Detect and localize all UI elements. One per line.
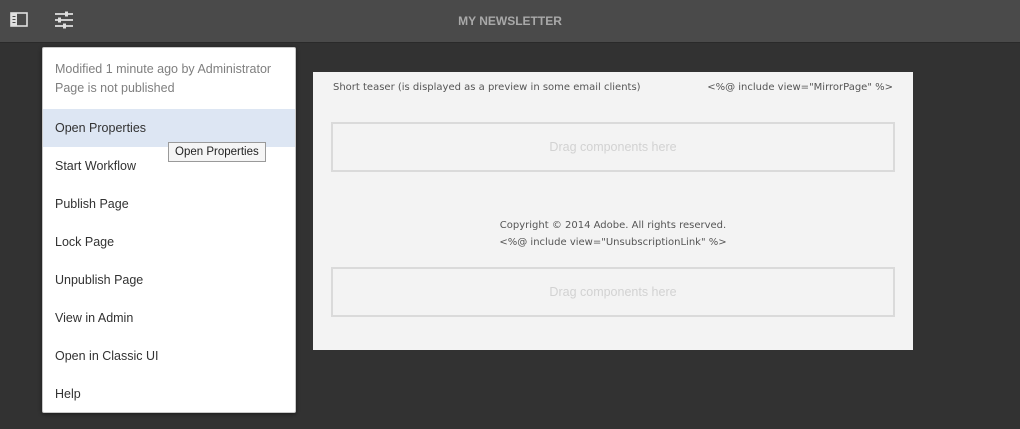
modified-info: Modified 1 minute ago by Administrator: [55, 62, 272, 76]
newsletter-canvas: Short teaser (is displayed as a preview …: [313, 72, 913, 350]
tooltip: Open Properties: [168, 142, 266, 162]
unsubscribe-include: <%@ include view="UnsubscriptionLink" %>: [499, 237, 727, 248]
footer-text: Copyright © 2014 Adobe. All rights reser…: [313, 217, 913, 251]
page-title: MY NEWSLETTER: [458, 14, 562, 28]
menu-item-publish-page[interactable]: Publish Page: [43, 185, 295, 223]
page-meta: Modified 1 minute ago by Administrator P…: [43, 48, 295, 109]
mirror-page-include: <%@ include view="MirrorPage" %>: [707, 82, 893, 93]
publish-status: Page is not published: [55, 81, 175, 95]
teaser-text[interactable]: Short teaser (is displayed as a preview …: [333, 82, 641, 93]
drop-zone-top[interactable]: Drag components here: [331, 122, 895, 172]
copyright-text: Copyright © 2014 Adobe. All rights reser…: [499, 220, 727, 231]
top-toolbar: MY NEWSLETTER: [0, 0, 1020, 43]
drop-zone-bottom[interactable]: Drag components here: [331, 267, 895, 317]
menu-item-open-classic-ui[interactable]: Open in Classic UI: [43, 337, 295, 375]
menu-item-lock-page[interactable]: Lock Page: [43, 223, 295, 261]
menu-item-help[interactable]: Help: [43, 375, 295, 413]
page-information-popover: Modified 1 minute ago by Administrator P…: [42, 47, 296, 413]
menu-item-unpublish-page[interactable]: Unpublish Page: [43, 261, 295, 299]
menu-item-view-in-admin[interactable]: View in Admin: [43, 299, 295, 337]
